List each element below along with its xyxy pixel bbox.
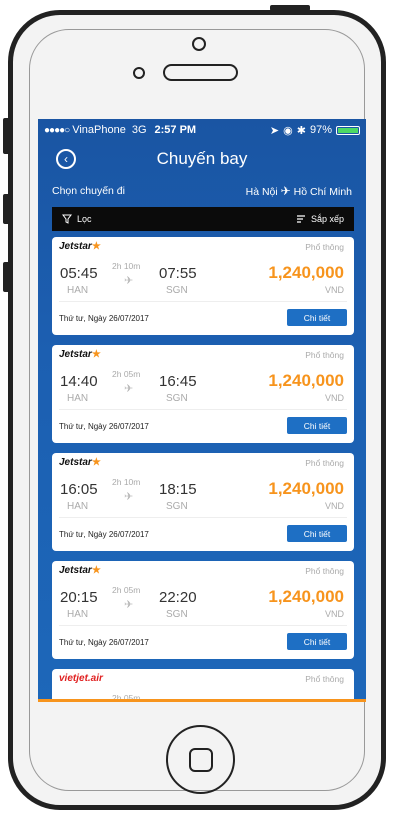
flight-date: Thứ tư, Ngày 26/07/2017 (59, 638, 149, 647)
flight-card[interactable]: Jetstar★ Phổ thông 05:45 HAN 2h 10m ✈ 07… (52, 237, 354, 335)
route-cities: Hà Nội ✈ Hồ Chí Minh (246, 184, 352, 198)
arrival-code: SGN (166, 285, 188, 296)
departure-time: 20:15 (60, 589, 98, 606)
plane-icon: ✈ (124, 383, 134, 395)
earpiece-speaker (163, 64, 238, 81)
flight-date: Thứ tư, Ngày 26/07/2017 (59, 530, 149, 539)
airline-logo: vietjet.air (59, 673, 103, 684)
bottom-accent-line (38, 699, 366, 702)
power-button (270, 5, 310, 11)
sort-label: Sắp xếp (310, 214, 344, 224)
battery-percent: 97% (309, 124, 332, 136)
flight-date: Thứ tư, Ngày 26/07/2017 (59, 422, 149, 431)
alarm-icon: ◉ (283, 124, 293, 137)
battery-icon (336, 125, 360, 135)
route-to: Hồ Chí Minh (293, 186, 352, 198)
plane-icon: ✈ (124, 275, 134, 287)
fare-class: Phổ thông (305, 674, 344, 684)
flight-list: Jetstar★ Phổ thông 05:45 HAN 2h 10m ✈ 07… (38, 237, 366, 702)
divider (59, 625, 347, 626)
front-camera (192, 37, 206, 51)
filter-label: Lọc (77, 214, 92, 224)
page-title: Chuyến bay (156, 149, 248, 168)
fare-class: Phổ thông (305, 350, 344, 360)
airline-logo: Jetstar★ (59, 565, 101, 576)
route-from: Hà Nội (245, 186, 278, 198)
price: 1,240,000 (268, 587, 344, 606)
sort-icon (296, 215, 305, 223)
volume-down-button (3, 262, 10, 292)
departure-code: HAN (67, 393, 89, 404)
currency: VND (324, 285, 344, 295)
currency: VND (324, 501, 344, 511)
carrier: VinaPhone (72, 124, 126, 136)
flight-card[interactable]: Jetstar★ Phổ thông 20:15 HAN 2h 05m ✈ 22… (52, 561, 354, 659)
details-button[interactable]: Chi tiết (287, 417, 347, 434)
bluetooth-icon: ✱ (296, 124, 306, 137)
arrival-code: SGN (166, 393, 188, 404)
arrival-time: 22:20 (159, 589, 197, 606)
arrival-time: 18:15 (159, 481, 197, 498)
app-screen: ●●●●○ VinaPhone 3G 2:57 PM ➤ ◉ ✱ 97% ‹ C… (38, 119, 366, 702)
plane-icon: ✈ (124, 599, 134, 611)
price: 1,240,000 (268, 263, 344, 282)
departure-time: 14:40 (60, 373, 98, 390)
departure-code: HAN (67, 285, 89, 296)
signal-icon: ●●●●○ (44, 124, 70, 136)
filter-sort-bar: Lọc Sắp xếp (52, 207, 354, 231)
arrival-time: 16:45 (159, 373, 197, 390)
flight-date: Thứ tư, Ngày 26/07/2017 (59, 314, 149, 323)
back-icon[interactable]: ‹ (56, 149, 76, 169)
airline-logo: Jetstar★ (59, 349, 101, 360)
details-button[interactable]: Chi tiết (287, 309, 347, 326)
plane-icon: ✈ (280, 184, 291, 198)
volume-up-button (3, 194, 10, 224)
proximity-sensor (133, 67, 145, 79)
departure-code: HAN (67, 501, 89, 512)
divider (59, 517, 347, 518)
flight-card[interactable]: vietjet.air Phổ thông 2h 05m (52, 669, 354, 702)
plane-icon: ✈ (124, 491, 134, 503)
flight-duration: 2h 10m (112, 477, 141, 487)
route-bar: Chọn chuyến đi Hà Nội ✈ Hồ Chí Minh (38, 177, 366, 205)
details-button[interactable]: Chi tiết (287, 633, 347, 650)
arrival-code: SGN (166, 501, 188, 512)
currency: VND (324, 393, 344, 403)
flight-duration: 2h 05m (112, 369, 141, 379)
divider (59, 301, 347, 302)
fare-class: Phổ thông (305, 458, 344, 468)
departure-code: HAN (67, 609, 89, 620)
nav-bar: ‹ Chuyến bay (38, 141, 366, 177)
airline-logo: Jetstar★ (59, 457, 101, 468)
arrival-time: 07:55 (159, 265, 197, 282)
arrival-code: SGN (166, 609, 188, 620)
fare-class: Phổ thông (305, 242, 344, 252)
details-button[interactable]: Chi tiết (287, 525, 347, 542)
divider (59, 409, 347, 410)
departure-time: 05:45 (60, 265, 98, 282)
departure-time: 16:05 (60, 481, 98, 498)
price: 1,240,000 (268, 479, 344, 498)
price: 1,240,000 (268, 371, 344, 390)
airline-logo: Jetstar★ (59, 241, 101, 252)
flight-card[interactable]: Jetstar★ Phổ thông 16:05 HAN 2h 10m ✈ 18… (52, 453, 354, 551)
fare-class: Phổ thông (305, 566, 344, 576)
flight-card[interactable]: Jetstar★ Phổ thông 14:40 HAN 2h 05m ✈ 16… (52, 345, 354, 443)
filter-button[interactable]: Lọc (62, 214, 92, 224)
mute-switch (3, 118, 10, 154)
home-button-icon (189, 748, 213, 772)
currency: VND (324, 609, 344, 619)
route-label: Chọn chuyến đi (52, 185, 125, 197)
sort-button[interactable]: Sắp xếp (296, 214, 344, 224)
flight-duration: 2h 10m (112, 261, 141, 271)
flight-duration: 2h 05m (112, 585, 141, 595)
filter-icon (62, 214, 72, 224)
clock: 2:57 PM (154, 124, 197, 136)
location-icon: ➤ (269, 124, 280, 137)
network-type: 3G (131, 124, 147, 136)
status-bar: ●●●●○ VinaPhone 3G 2:57 PM ➤ ◉ ✱ 97% (38, 119, 366, 141)
